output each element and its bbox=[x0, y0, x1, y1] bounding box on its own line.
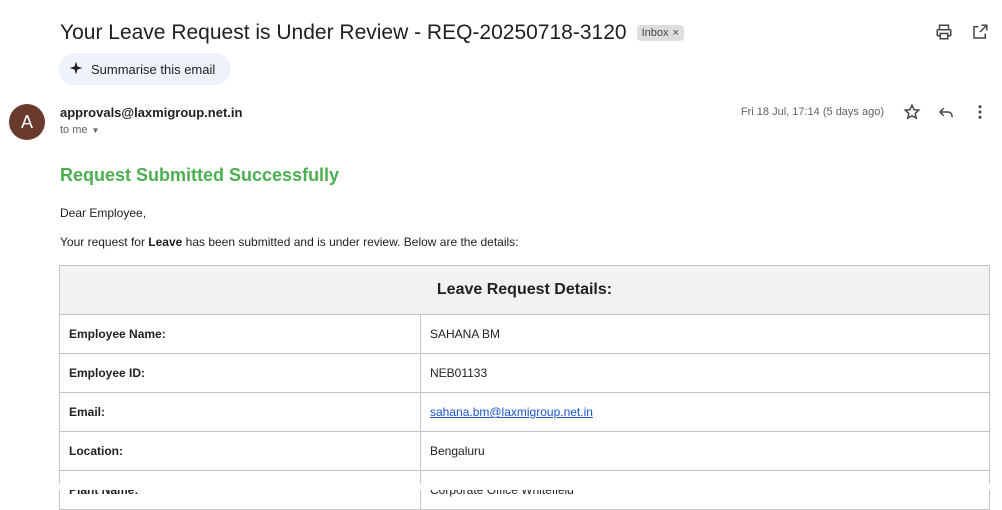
table-row: Location: Bengaluru bbox=[59, 431, 990, 471]
sparkle-icon bbox=[69, 61, 83, 78]
table-title: Leave Request Details: bbox=[59, 265, 990, 315]
more-vertical-icon[interactable] bbox=[970, 102, 990, 122]
top-actions bbox=[934, 22, 990, 42]
message-datetime: Fri 18 Jul, 17:14 (5 days ago) bbox=[740, 106, 884, 118]
row-value: sahana.bm@laxmigroup.net.in bbox=[420, 392, 990, 432]
row-label: Employee Name: bbox=[59, 314, 421, 354]
star-icon[interactable] bbox=[902, 102, 922, 122]
reply-icon[interactable] bbox=[936, 102, 956, 122]
intro-text: Your request for Leave has been submitte… bbox=[60, 235, 990, 249]
leave-details-table: Leave Request Details: Employee Name: SA… bbox=[59, 265, 990, 510]
row-label: Employee ID: bbox=[59, 353, 421, 393]
intro-suffix: has been submitted and is under review. … bbox=[182, 235, 519, 249]
inbox-label-chip[interactable]: Inbox × bbox=[636, 25, 684, 41]
row-label: Plant Name: bbox=[59, 470, 421, 510]
email-subject: Your Leave Request is Under Review - REQ… bbox=[60, 21, 627, 44]
inbox-label-text: Inbox bbox=[641, 27, 669, 39]
print-icon[interactable] bbox=[934, 22, 954, 42]
message-meta: Fri 18 Jul, 17:14 (5 days ago) bbox=[741, 102, 990, 122]
caret-down-icon: ▼ bbox=[91, 125, 100, 135]
summarise-email-button[interactable]: Summarise this email bbox=[59, 53, 232, 85]
recipient-label: to me bbox=[60, 124, 88, 136]
remove-label-icon[interactable]: × bbox=[672, 27, 678, 39]
sender-avatar[interactable]: A bbox=[9, 104, 45, 140]
table-row: Employee ID: NEB01133 bbox=[59, 353, 990, 393]
row-label: Email: bbox=[59, 392, 421, 432]
table-row: Plant Name: Corporate Office Whitefield bbox=[59, 470, 990, 510]
intro-prefix: Your request for bbox=[60, 235, 149, 249]
row-value: Corporate Office Whitefield bbox=[420, 470, 990, 510]
table-row: Email: sahana.bm@laxmigroup.net.in bbox=[59, 392, 990, 432]
viewport-bottom-edge bbox=[0, 484, 1002, 490]
employee-email-link[interactable]: sahana.bm@laxmigroup.net.in bbox=[430, 405, 593, 419]
sender-address[interactable]: approvals@laxmigroup.net.in bbox=[60, 105, 242, 120]
table-row: Employee Name: SAHANA BM bbox=[59, 314, 990, 354]
intro-request-type: Leave bbox=[148, 235, 183, 249]
subject-row: Your Leave Request is Under Review - REQ… bbox=[60, 18, 988, 48]
row-value: SAHANA BM bbox=[420, 314, 990, 354]
greeting: Dear Employee, bbox=[60, 206, 147, 220]
row-label: Location: bbox=[59, 431, 421, 471]
table-header-row: Leave Request Details: bbox=[59, 265, 990, 315]
summarise-label: Summarise this email bbox=[91, 61, 216, 77]
row-value: NEB01133 bbox=[420, 353, 990, 393]
row-value: Bengaluru bbox=[420, 431, 990, 471]
body-heading: Request Submitted Successfully bbox=[60, 165, 340, 185]
email-body: Request Submitted Successfully Dear Empl… bbox=[60, 160, 990, 249]
recipient-details-toggle[interactable]: to me ▼ bbox=[60, 124, 99, 136]
open-in-new-window-icon[interactable] bbox=[970, 22, 990, 42]
